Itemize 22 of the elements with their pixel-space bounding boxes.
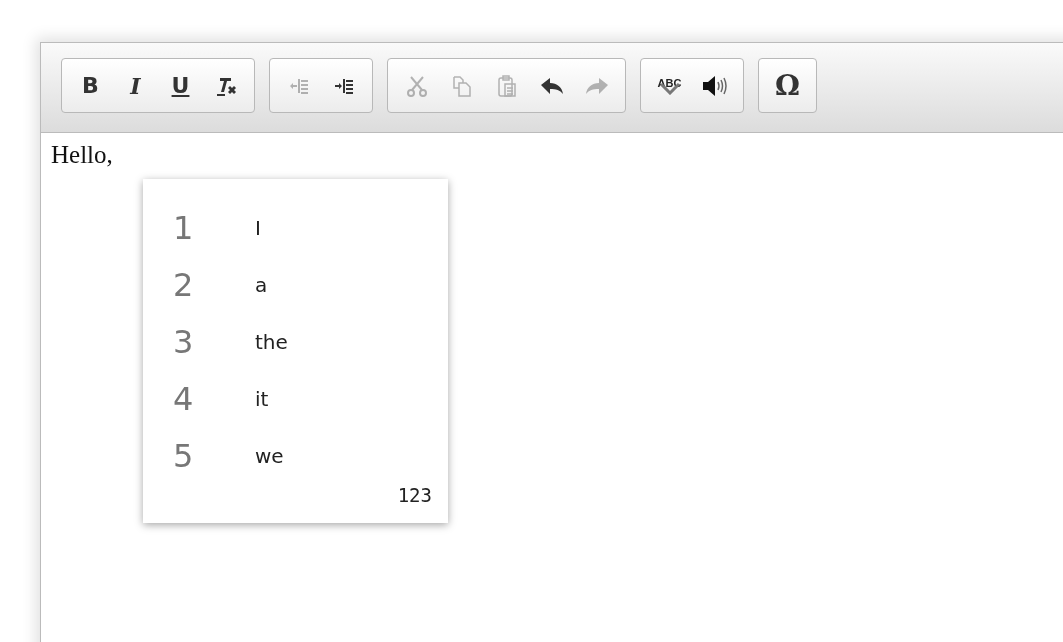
suggestion-number: 1 [173,208,195,247]
underline-button[interactable]: U [158,59,203,112]
input-mode-label: 123 [397,484,432,506]
clipboard-icon [496,73,517,98]
redo-arrow-icon [584,76,609,95]
bold-button[interactable]: B [68,59,113,112]
suggestion-number: 5 [173,436,195,475]
suggestion-item[interactable]: I [255,215,261,240]
suggestion-number: 4 [173,379,195,418]
suggestion-item[interactable]: we [255,443,284,468]
undo-arrow-icon [539,76,564,95]
suggestion-item[interactable]: the [255,329,288,354]
copy-icon [451,74,472,97]
suggestion-number: 2 [173,265,195,304]
suggestion-number: 3 [173,322,195,361]
special-character-button[interactable]: Ω [765,59,810,112]
scissors-icon [405,74,428,97]
suggestion-item[interactable]: a [255,272,268,297]
suggestion-item[interactable]: it [255,386,269,411]
italic-button[interactable]: I [113,59,158,112]
document-text: Hello, [51,141,114,169]
speaker-icon [701,74,728,97]
